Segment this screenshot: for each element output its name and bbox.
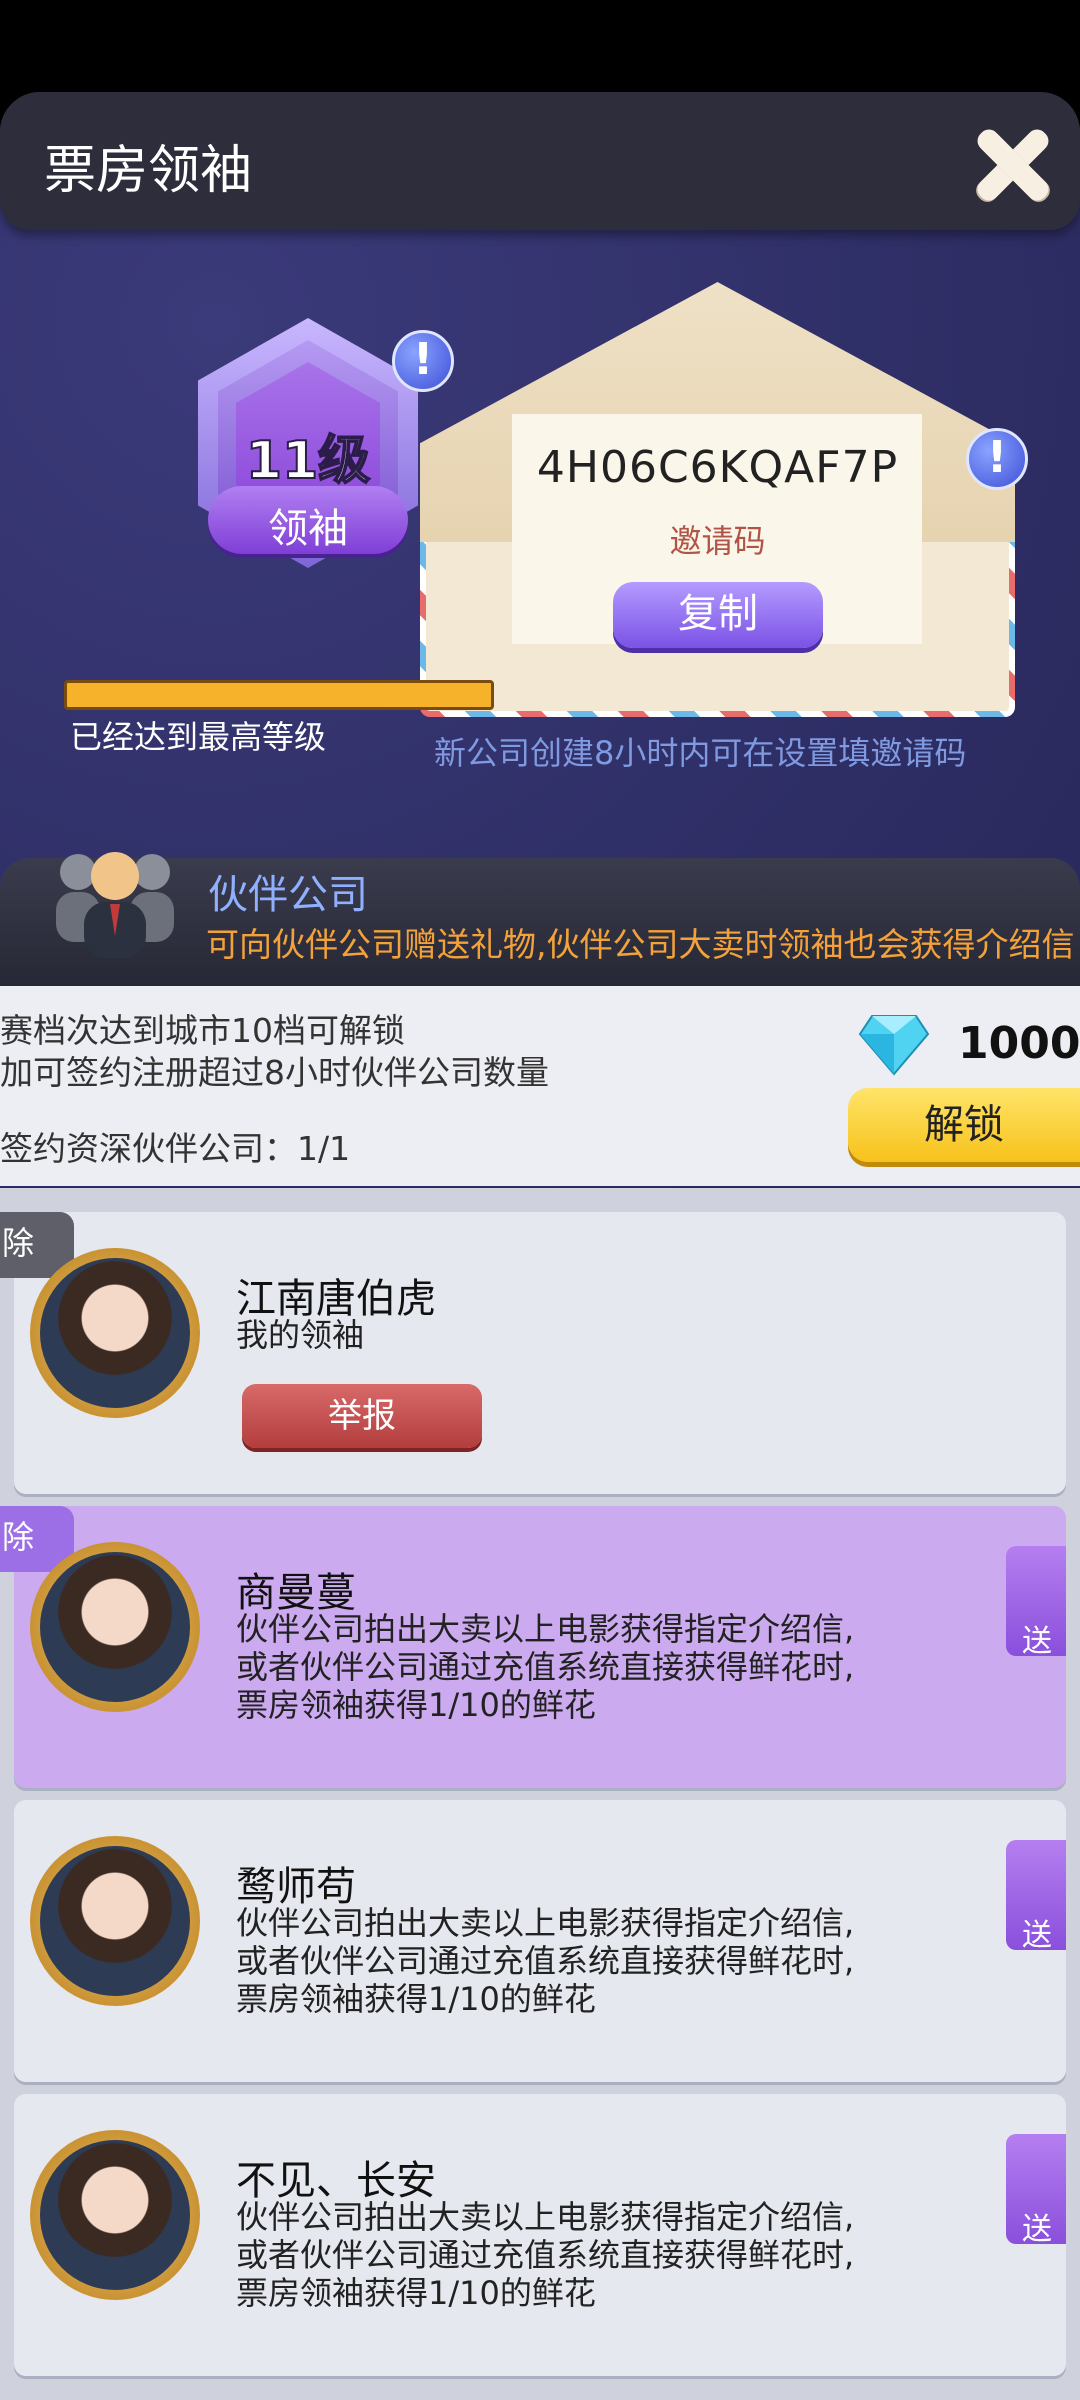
invite-envelope: 4H06C6KQAF7P 邀请码 复制 bbox=[420, 282, 1015, 717]
avatar bbox=[30, 1836, 200, 2006]
partner-title: 伙伴公司 bbox=[208, 872, 368, 918]
level-progress-bar bbox=[64, 680, 494, 710]
level-text: 11级 bbox=[245, 430, 371, 492]
partner-card[interactable]: 不见、长安 伙伴公司拍出大卖以上电影获得指定介绍信, 或者伙伴公司通过充值系统直… bbox=[14, 2094, 1066, 2376]
partner-group-icon bbox=[56, 852, 174, 958]
avatar-image bbox=[40, 1552, 190, 1702]
gift-button[interactable]: 送 bbox=[1006, 1526, 1066, 1659]
invite-code: 4H06C6KQAF7P bbox=[536, 442, 899, 493]
avatar bbox=[30, 2130, 200, 2300]
partner-description: 可向伙伴公司赠送礼物,伙伴公司大卖时领袖也会获得介绍信 bbox=[206, 925, 1075, 964]
avatar-image bbox=[40, 2140, 190, 2290]
signed-partner-count: 签约资深伙伴公司：1/1 bbox=[0, 1129, 351, 1168]
avatar bbox=[30, 1542, 200, 1712]
unlock-condition-1: 赛档次达到城市10档可解锁 bbox=[0, 1011, 405, 1050]
gift-label: 送 bbox=[1022, 2212, 1052, 2247]
invite-code-label: 邀请码 bbox=[669, 522, 766, 560]
gift-button[interactable]: 送 bbox=[1006, 1820, 1066, 1953]
rank-text: 领袖 bbox=[268, 506, 348, 552]
partner-card[interactable]: 鹜师苟 伙伴公司拍出大卖以上电影获得指定介绍信, 或者伙伴公司通过充值系统直接获… bbox=[14, 1800, 1066, 2082]
invite-info-icon[interactable]: ! bbox=[966, 428, 1028, 490]
partner-desc: 我的领袖 bbox=[236, 1316, 365, 1354]
unlock-button[interactable]: 解锁 bbox=[848, 1088, 1080, 1162]
avatar-image bbox=[40, 1846, 190, 1996]
gift-label: 送 bbox=[1022, 1624, 1052, 1659]
invite-hint: 新公司创建8小时内可在设置填邀请码 bbox=[434, 734, 967, 772]
close-icon[interactable] bbox=[972, 126, 1048, 202]
partner-desc: 伙伴公司拍出大卖以上电影获得指定介绍信, 或者伙伴公司通过充值系统直接获得鲜花时… bbox=[236, 2198, 855, 2312]
partner-card[interactable]: 除 商曼蔓 伙伴公司拍出大卖以上电影获得指定介绍信, 或者伙伴公司通过充值系统直… bbox=[0, 1506, 1066, 1788]
avatar bbox=[30, 1248, 200, 1418]
diamond-icon bbox=[858, 1015, 930, 1076]
page-title: 票房领袖 bbox=[44, 141, 253, 201]
copy-button[interactable]: 复制 bbox=[613, 582, 823, 648]
unlock-cost: 1000 bbox=[958, 1018, 1080, 1069]
unlock-condition-2: 加可签约注册超过8小时伙伴公司数量 bbox=[0, 1053, 549, 1092]
partner-desc: 伙伴公司拍出大卖以上电影获得指定介绍信, 或者伙伴公司通过充值系统直接获得鲜花时… bbox=[236, 1904, 855, 2018]
partner-card[interactable]: 除 江南唐伯虎 我的领袖 举报 bbox=[0, 1212, 1066, 1494]
max-level-text: 已经达到最高等级 bbox=[70, 718, 327, 756]
avatar-image bbox=[40, 1258, 190, 1408]
gift-button[interactable]: 送 bbox=[1006, 2114, 1066, 2247]
gift-label: 送 bbox=[1022, 1918, 1052, 1953]
partner-list: 除 江南唐伯虎 我的领袖 举报 除 商曼蔓 伙伴公司拍出大卖以上电影获得指定介绍… bbox=[0, 1188, 1080, 2400]
partner-desc: 伙伴公司拍出大卖以上电影获得指定介绍信, 或者伙伴公司通过充值系统直接获得鲜花时… bbox=[236, 1610, 855, 1724]
report-button[interactable]: 举报 bbox=[242, 1384, 482, 1448]
